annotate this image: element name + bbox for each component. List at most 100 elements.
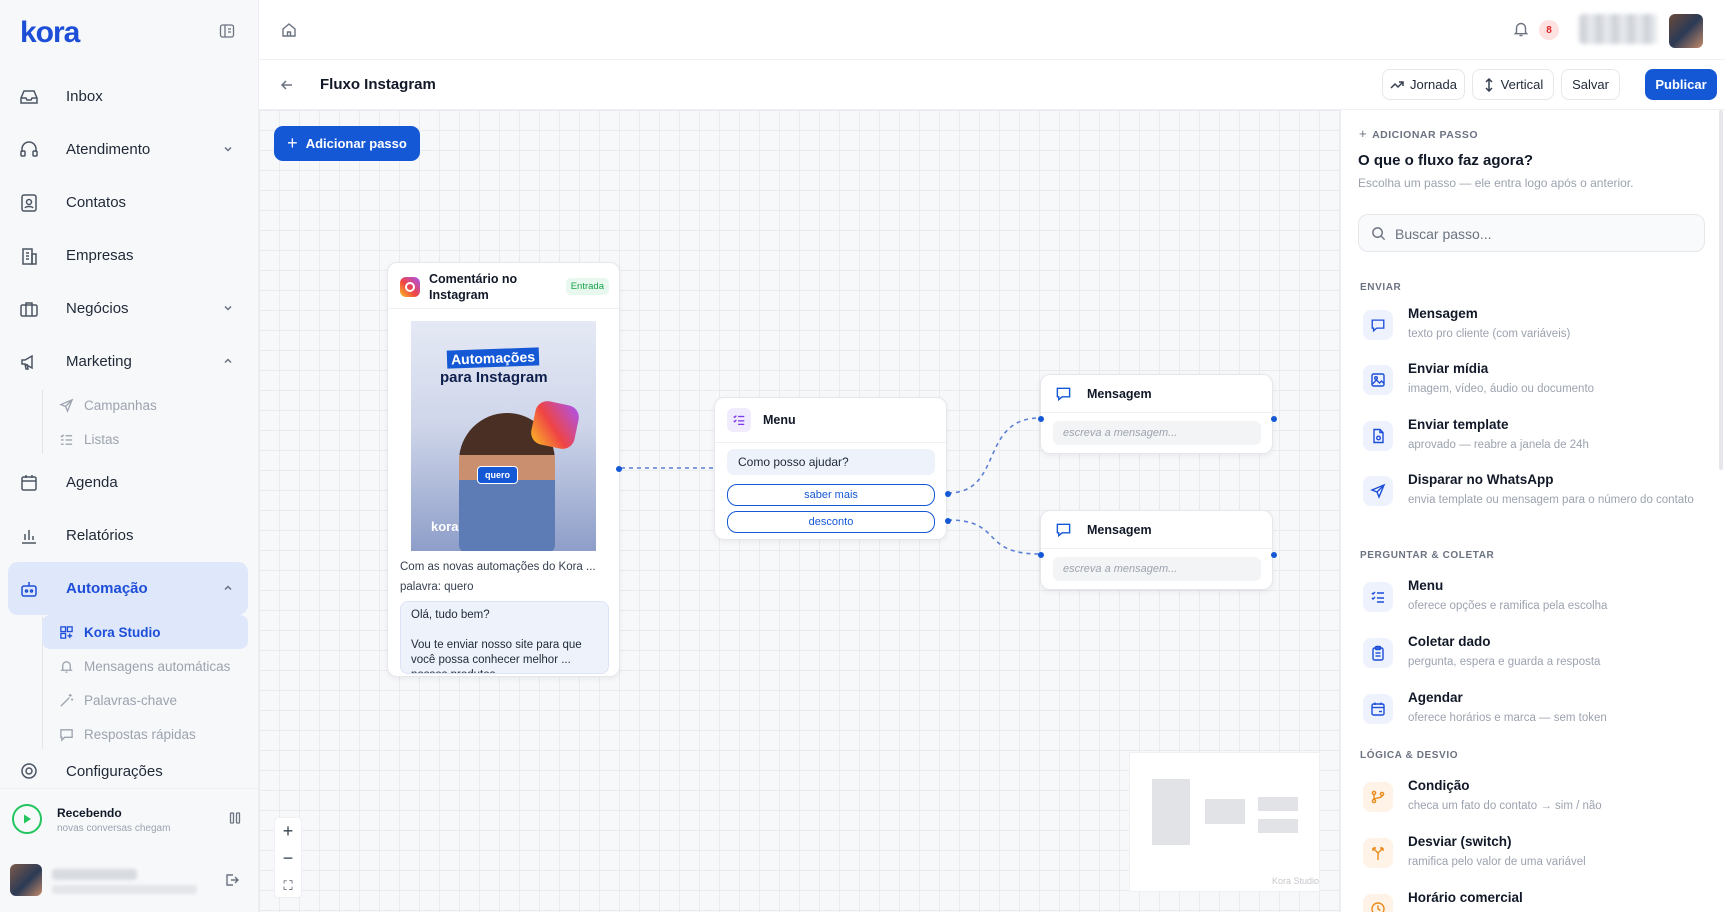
sidebar-subitem-listas[interactable]: Listas xyxy=(42,422,248,456)
pause-icon[interactable] xyxy=(228,811,242,825)
sidebar-subitem-palavras-chave[interactable]: Palavras-chave xyxy=(42,683,248,717)
output-port[interactable] xyxy=(616,466,622,472)
section-title: LÓGICA & DESVIO xyxy=(1360,750,1459,761)
logout-icon[interactable] xyxy=(224,872,240,888)
step-item-coletar-dado[interactable]: Coletar dado pergunta, espera e guarda a… xyxy=(1359,634,1709,682)
step-description: oferece horários e marca — sem token xyxy=(1408,712,1607,724)
calendar-icon xyxy=(18,472,40,494)
menu-node[interactable]: Menu Como posso ajudar? saber mais desco… xyxy=(714,397,951,540)
message-icon xyxy=(1055,521,1072,538)
instagram-icon xyxy=(400,277,420,297)
chevron-up-icon xyxy=(222,355,234,367)
chat-icon xyxy=(58,726,75,743)
notifications-icon[interactable] xyxy=(1512,20,1530,38)
flow-canvas[interactable]: + Adicionar passo Comentário no Instagram… xyxy=(259,110,1340,912)
step-item-menu[interactable]: Menu oferece opções e ramifica pela esco… xyxy=(1359,578,1709,626)
instagram-comment-trigger-node[interactable]: Comentário no Instagram Entrada Automaçõ… xyxy=(387,262,622,677)
sidebar-item-label: Configurações xyxy=(66,762,163,780)
sidebar-item-label: Contatos xyxy=(66,194,127,211)
user-profile[interactable] xyxy=(0,852,258,912)
sidebar-item-configuracoes[interactable]: Configurações xyxy=(8,751,248,791)
back-arrow-icon[interactable] xyxy=(279,77,295,93)
post-brand: kora xyxy=(431,519,459,534)
collapse-sidebar-icon[interactable] xyxy=(219,23,235,39)
step-item-disparar-whatsapp[interactable]: Disparar no WhatsApp envia template ou m… xyxy=(1359,472,1709,528)
minimap[interactable]: Kora Studio xyxy=(1129,752,1320,892)
sidebar-item-inbox[interactable]: Inbox xyxy=(8,70,248,123)
template-icon xyxy=(1363,421,1393,451)
sidebar-subitem-campanhas[interactable]: Campanhas xyxy=(42,388,248,422)
step-item-enviar-template[interactable]: Enviar template aprovado — reabre a jane… xyxy=(1359,417,1709,465)
menu-option-saber-mais[interactable]: saber mais xyxy=(727,484,935,506)
node-title: Mensagem xyxy=(1087,387,1152,401)
message-node[interactable]: Mensagem xyxy=(1038,510,1277,590)
jornada-button[interactable]: Jornada xyxy=(1382,69,1465,100)
message-node[interactable]: Mensagem xyxy=(1038,374,1277,454)
panel-kicker-label: ADICIONAR PASSO xyxy=(1372,129,1478,141)
output-port[interactable] xyxy=(945,518,951,524)
fit-view-button[interactable]: ⛶ xyxy=(275,872,301,899)
logo-row: kora xyxy=(20,18,245,48)
sidebar-item-automacao[interactable]: Automação xyxy=(8,562,248,615)
post-image: Automações para Instagram quero kora xyxy=(411,321,596,551)
step-item-mensagem[interactable]: Mensagem texto pro cliente (com variávei… xyxy=(1359,306,1709,354)
sidebar-item-agenda[interactable]: Agenda xyxy=(8,456,248,509)
step-description: checa um fato do contato → sim / não xyxy=(1408,800,1602,812)
instagram-logo-icon xyxy=(528,398,582,452)
menu-list-icon xyxy=(727,408,751,432)
publish-button[interactable]: Publicar xyxy=(1645,69,1717,100)
reply-preview: Olá, tudo bem? Vou te enviar nosso site … xyxy=(400,601,609,674)
logo[interactable]: kora xyxy=(20,18,245,48)
sidebar: kora Inbox Atendimento Contatos Empresas… xyxy=(0,0,259,912)
section-title: PERGUNTAR & COLETAR xyxy=(1360,550,1495,561)
sidebar-subitem-kora-studio[interactable]: Kora Studio xyxy=(42,615,248,649)
step-item-enviar-midia[interactable]: Enviar mídia imagem, vídeo, áudio ou doc… xyxy=(1359,361,1709,409)
step-item-desviar-switch[interactable]: Desviar (switch) ramifica pelo valor de … xyxy=(1359,834,1709,882)
message-input[interactable] xyxy=(1053,421,1261,445)
megaphone-icon xyxy=(18,351,40,373)
sidebar-item-negocios[interactable]: Negócios xyxy=(8,282,248,335)
calendar-icon xyxy=(1363,694,1393,724)
zoom-out-button[interactable]: − xyxy=(275,845,301,872)
sidebar-item-relatorios[interactable]: Relatórios xyxy=(8,509,248,562)
input-port[interactable] xyxy=(1038,416,1044,422)
automacao-submenu: Kora Studio Mensagens automáticas Palavr… xyxy=(8,615,248,751)
avatar[interactable] xyxy=(1669,14,1703,48)
message-input[interactable] xyxy=(1053,557,1261,581)
sidebar-item-contatos[interactable]: Contatos xyxy=(8,176,248,229)
post-tag: quero xyxy=(477,466,519,484)
search-input[interactable] xyxy=(1395,222,1695,246)
add-step-panel: + ADICIONAR PASSO O que o fluxo faz agora… xyxy=(1340,110,1725,912)
home-icon[interactable] xyxy=(281,22,297,38)
sidebar-subitem-mensagens-automaticas[interactable]: Mensagens automáticas xyxy=(42,649,248,683)
sidebar-item-label: Agenda xyxy=(66,474,118,491)
user-email-redacted xyxy=(52,885,197,894)
step-item-agendar[interactable]: Agendar oferece horários e marca — sem t… xyxy=(1359,690,1709,738)
output-port[interactable] xyxy=(945,491,951,497)
output-port[interactable] xyxy=(1271,552,1277,558)
sidebar-item-empresas[interactable]: Empresas xyxy=(8,229,248,282)
vertical-button[interactable]: Vertical xyxy=(1472,69,1554,100)
sidebar-subitem-label: Kora Studio xyxy=(84,624,161,640)
output-port[interactable] xyxy=(1271,416,1277,422)
clock-icon xyxy=(1363,894,1393,912)
contacts-icon xyxy=(18,192,40,214)
wand-icon xyxy=(58,692,75,709)
sidebar-subitem-respostas-rapidas[interactable]: Respostas rápidas xyxy=(42,717,248,751)
zoom-in-button[interactable]: + xyxy=(275,818,301,845)
step-description: envia template ou mensagem para o número… xyxy=(1408,494,1694,506)
input-port[interactable] xyxy=(1038,552,1044,558)
sidebar-item-label: Relatórios xyxy=(66,527,134,544)
step-item-condicao[interactable]: Condição checa um fato do contato → sim … xyxy=(1359,778,1709,826)
node-title: Comentário no Instagram xyxy=(429,272,518,302)
clipboard-icon xyxy=(1363,638,1393,668)
chart-icon xyxy=(18,525,40,547)
sidebar-item-marketing[interactable]: Marketing xyxy=(8,335,248,388)
panel-kicker: + ADICIONAR PASSO xyxy=(1359,126,1478,141)
sidebar-item-atendimento[interactable]: Atendimento xyxy=(8,123,248,176)
menu-option-desconto[interactable]: desconto xyxy=(727,511,935,533)
step-title: Desviar (switch) xyxy=(1408,834,1512,849)
save-button[interactable]: Salvar xyxy=(1561,69,1620,100)
step-item-horario-comercial[interactable]: Horário comercial xyxy=(1359,890,1709,912)
scrollbar[interactable] xyxy=(1719,110,1723,470)
